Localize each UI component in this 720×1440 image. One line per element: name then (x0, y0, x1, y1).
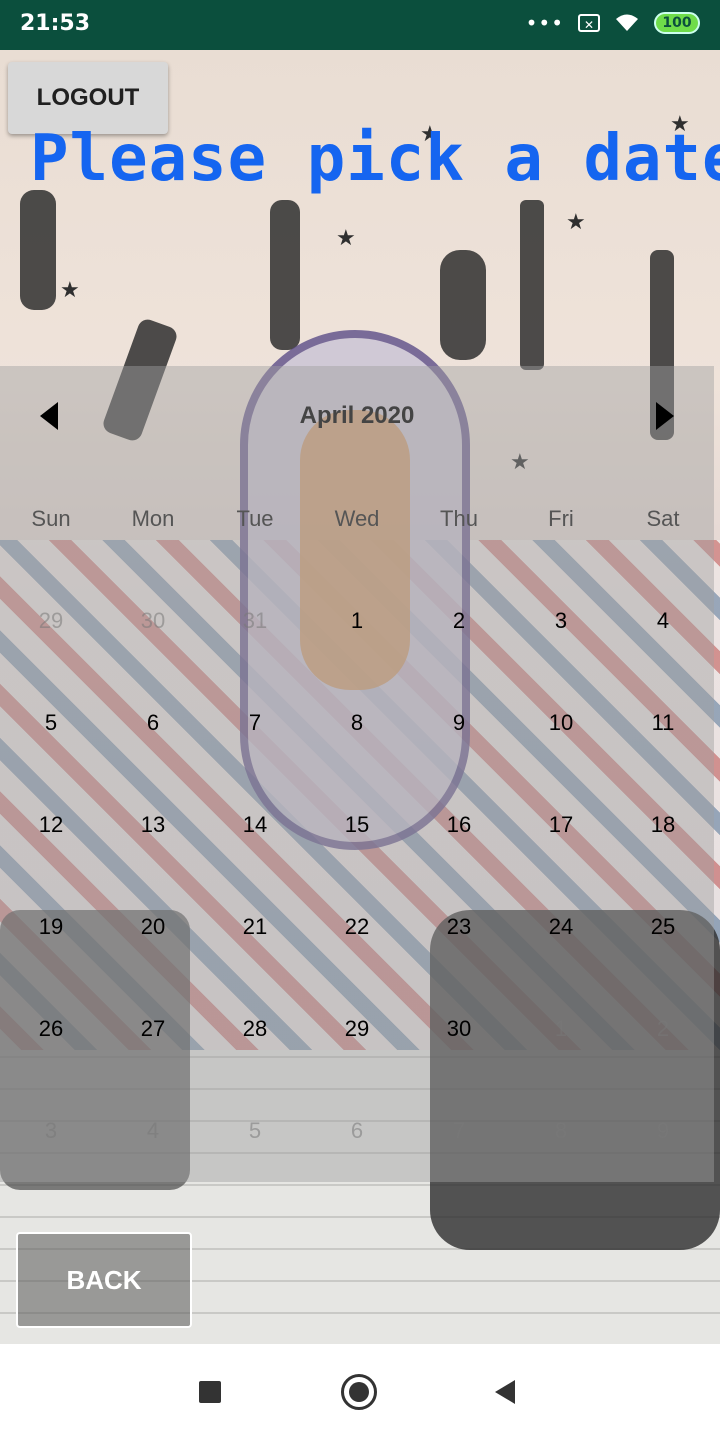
star-decor: ★ (60, 278, 80, 303)
weekday-header: Sun Mon Tue Wed Thu Fri Sat (0, 506, 714, 546)
calendar-day-outside-month: 4 (146, 1118, 160, 1143)
calendar-day[interactable]: 3 (510, 570, 612, 672)
calendar-day-outside-month: 5 (248, 1118, 262, 1143)
calendar-day-outside-month: 7 (452, 1118, 466, 1143)
calendar-day[interactable]: 20 (102, 876, 204, 978)
back-icon[interactable] (495, 1380, 515, 1404)
calendar-day-outside-month: 8 (554, 1118, 568, 1143)
calendar-day-outside-month: 6 (350, 1118, 364, 1143)
calendar-grid: 29 30 31 1 2 3 4 5 6 7 8 9 10 11 12 13 14 15 16 17 18 19 20 21 2… (0, 570, 714, 1182)
wifi-icon (614, 13, 640, 33)
spray-bottle-decor (440, 250, 486, 360)
weekday-label: Wed (334, 506, 380, 531)
calendar-day-outside-month: 30 (140, 608, 166, 633)
calendar-day[interactable]: 19 (0, 876, 102, 978)
navigation-bar (0, 1344, 720, 1440)
calendar-day[interactable]: 1 (306, 570, 408, 672)
calendar-day[interactable]: 30 (408, 978, 510, 1080)
calendar-day[interactable]: 12 (0, 774, 102, 876)
calendar-week: 3 4 5 6 7 8 9 (0, 1080, 714, 1182)
calendar-day[interactable]: 8 (306, 672, 408, 774)
calendar-day[interactable]: 17 (510, 774, 612, 876)
recents-icon[interactable] (199, 1381, 221, 1403)
calendar-day-outside-month: 29 (38, 608, 64, 633)
page-title: Please pick a date (30, 122, 720, 196)
brush-decor (270, 200, 300, 350)
star-decor: ★ (566, 210, 586, 235)
calendar-day[interactable]: 26 (0, 978, 102, 1080)
calendar-day[interactable]: 7 (204, 672, 306, 774)
calendar-day[interactable]: 14 (204, 774, 306, 876)
calendar-week: 5 6 7 8 9 10 11 (0, 672, 714, 774)
home-icon[interactable] (341, 1374, 377, 1410)
calendar-day[interactable]: 15 (306, 774, 408, 876)
calendar-day[interactable]: 16 (408, 774, 510, 876)
calendar-day[interactable]: 27 (102, 978, 204, 1080)
calendar-day[interactable]: 25 (612, 876, 714, 978)
calendar-week: 12 13 14 15 16 17 18 (0, 774, 714, 876)
month-label: April 2020 (299, 402, 415, 429)
calendar-day[interactable]: 21 (204, 876, 306, 978)
weekday-label: Sat (646, 506, 680, 531)
calendar-day[interactable]: 13 (102, 774, 204, 876)
calendar-week: 29 30 31 1 2 3 4 (0, 570, 714, 672)
status-time: 21:53 (20, 11, 91, 36)
status-icons: ••• ✕ 100 (526, 12, 700, 34)
calendar-day[interactable]: 10 (510, 672, 612, 774)
calendar-week: 19 20 21 22 23 24 25 (0, 876, 714, 978)
weekday-label: Mon (131, 506, 175, 531)
status-bar: 21:53 ••• ✕ 100 (0, 0, 720, 50)
weekday-label: Sun (31, 506, 71, 531)
calendar-day[interactable]: 23 (408, 876, 510, 978)
weekday-label: Fri (548, 506, 574, 531)
more-dots-icon: ••• (525, 11, 564, 35)
calendar: April 2020 Sun Mon Tue Wed Thu Fri Sat 2… (0, 366, 714, 1182)
next-month-icon[interactable] (656, 402, 674, 430)
app-screen: ★ ★ ★ ★ ★ ★ LOGOUT Please pick a date Ap… (0, 50, 720, 1344)
star-decor: ★ (336, 226, 356, 251)
calendar-day[interactable]: 22 (306, 876, 408, 978)
weekday-label: Tue (236, 506, 274, 531)
calendar-day-outside-month: 31 (242, 608, 268, 633)
battery-icon: 100 (654, 12, 700, 34)
calendar-day[interactable]: 6 (102, 672, 204, 774)
hair-dryer-decor (20, 190, 56, 310)
calendar-day[interactable]: 18 (612, 774, 714, 876)
calendar-day[interactable]: 4 (612, 570, 714, 672)
calendar-day-outside-month: 3 (44, 1118, 58, 1143)
calendar-day[interactable]: 5 (0, 672, 102, 774)
calendar-day[interactable]: 9 (408, 672, 510, 774)
calendar-day[interactable]: 11 (612, 672, 714, 774)
calendar-day[interactable]: 29 (306, 978, 408, 1080)
calendar-week: 26 27 28 29 30 1 2 (0, 978, 714, 1080)
back-button[interactable]: BACK (16, 1232, 192, 1328)
no-sim-icon: ✕ (578, 14, 600, 32)
calendar-day-outside-month: 9 (656, 1118, 670, 1143)
calendar-day[interactable]: 2 (408, 570, 510, 672)
comb-decor (520, 200, 544, 370)
calendar-day[interactable]: 24 (510, 876, 612, 978)
weekday-label: Thu (440, 506, 478, 531)
calendar-day-outside-month: 1 (554, 1016, 568, 1041)
calendar-day-outside-month: 2 (656, 1016, 670, 1041)
calendar-day[interactable]: 28 (204, 978, 306, 1080)
calendar-header: April 2020 (0, 366, 714, 470)
